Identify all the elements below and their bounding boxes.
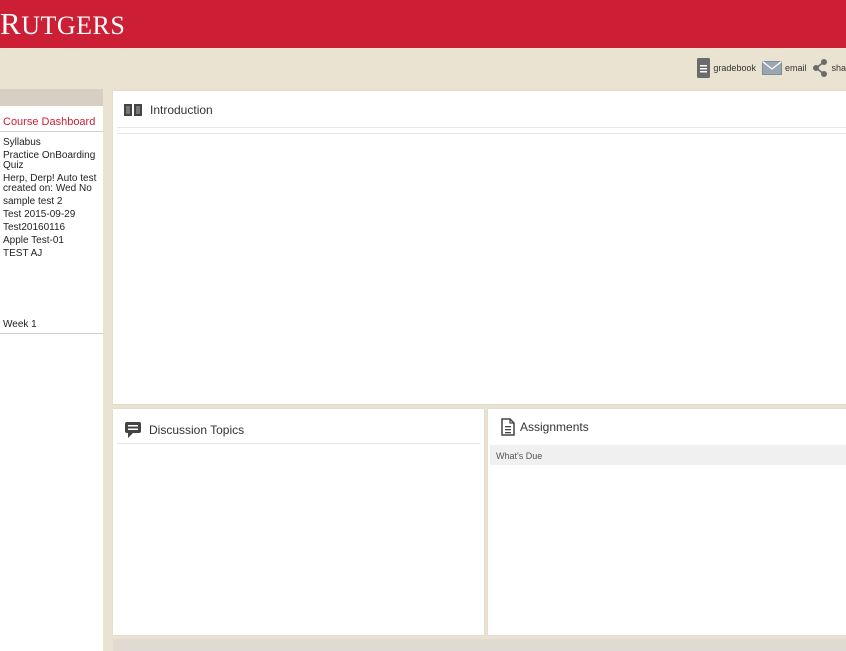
sidebar-item-test20160116[interactable]: Test20160116	[3, 223, 99, 233]
sidebar-item-sample-test-2[interactable]: sample test 2	[3, 197, 99, 207]
footer-bar	[113, 639, 846, 651]
sidebar-item-test-aj[interactable]: TEST AJ	[3, 249, 99, 259]
discussion-topics-title: Discussion Topics	[149, 423, 245, 437]
email-label: email	[784, 63, 807, 73]
discussion-topics-header: Discussion Topics	[125, 422, 244, 438]
assignments-card: Assignments What's Due	[488, 409, 846, 635]
top-banner: RUTGERS	[0, 0, 846, 48]
sidebar: Course Dashboard Syllabus Practice OnBoa…	[0, 89, 103, 651]
toolbar-actions: gradebook email sha	[691, 56, 846, 80]
share-icon	[813, 59, 828, 77]
assignments-title: Assignments	[520, 420, 589, 434]
email-button[interactable]: email	[761, 61, 807, 75]
gradebook-button[interactable]: gradebook	[697, 58, 756, 78]
divider	[0, 333, 103, 334]
introduction-title: Introduction	[150, 103, 213, 117]
sidebar-item-herp-derp-auto-test[interactable]: Herp, Derp! Auto test created on: Wed No	[3, 174, 99, 194]
introduction-card: Introduction	[113, 91, 846, 404]
assignments-header: Assignments	[501, 418, 589, 436]
chat-icon	[125, 422, 141, 438]
sidebar-item-course-dashboard[interactable]: Course Dashboard	[3, 116, 95, 128]
divider	[117, 443, 480, 444]
introduction-header: Introduction	[124, 103, 213, 117]
sidebar-item-syllabus[interactable]: Syllabus	[3, 138, 99, 148]
book-icon	[124, 104, 142, 116]
sidebar-item-week-1[interactable]: Week 1	[3, 319, 37, 330]
rutgers-logo[interactable]: RUTGERS	[0, 8, 125, 41]
sidebar-header	[0, 89, 103, 106]
gradebook-icon	[697, 58, 711, 78]
share-button[interactable]: sha	[812, 59, 846, 77]
toolbar: gradebook email sha	[0, 48, 846, 89]
divider	[117, 127, 846, 128]
whats-due-header: What's Due	[490, 445, 846, 465]
divider	[117, 133, 846, 134]
discussion-topics-card: Discussion Topics	[113, 409, 484, 635]
gradebook-label: gradebook	[713, 63, 756, 73]
sidebar-panel: Course Dashboard Syllabus Practice OnBoa…	[0, 106, 103, 651]
main-content: Introduction Discussion Topics Assignmen…	[103, 89, 846, 651]
document-icon	[501, 418, 515, 436]
divider	[0, 131, 103, 132]
sidebar-item-test-2015-09-29[interactable]: Test 2015-09-29	[3, 210, 99, 220]
envelope-icon	[761, 61, 782, 75]
sidebar-list: Syllabus Practice OnBoarding Quiz Herp, …	[3, 138, 99, 262]
sidebar-item-practice-onboarding-quiz[interactable]: Practice OnBoarding Quiz	[3, 151, 99, 171]
sidebar-item-apple-test-01[interactable]: Apple Test-01	[3, 236, 99, 246]
share-label: sha	[831, 63, 846, 73]
